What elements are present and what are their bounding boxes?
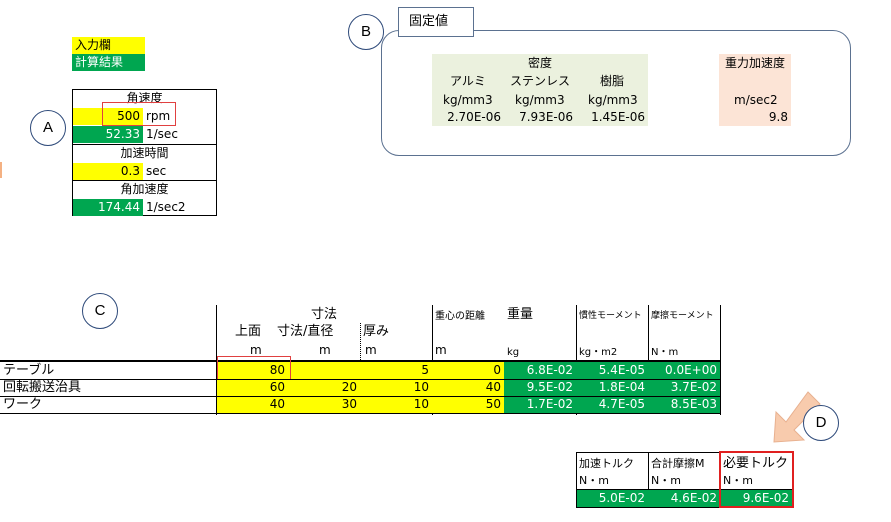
unit-nm: N・m: [651, 347, 679, 358]
angacc-label: 角加速度: [120, 182, 169, 196]
unit-nm: N・m: [579, 474, 609, 487]
row-top[interactable]: 40: [216, 396, 288, 413]
value-stainless: 7.93E-06: [519, 110, 573, 124]
angvel-value: 52.33: [73, 126, 143, 143]
unit-alumi: kg/mm3: [443, 93, 493, 107]
unit-stainless: kg/mm3: [515, 93, 565, 107]
row-divider: [0, 413, 720, 414]
marker-d: D: [803, 405, 839, 441]
angvel-unit: 1/sec: [146, 127, 178, 141]
selection-mark: [0, 162, 2, 178]
legend-calc: 計算結果: [72, 54, 145, 71]
row-weight: 9.5E-02: [526, 380, 573, 394]
row-thick[interactable]: 10: [360, 379, 432, 396]
row-weight: 1.7E-02: [526, 397, 573, 411]
required-torque-highlight: [719, 451, 794, 508]
row-inertia: 1.8E-04: [598, 380, 645, 394]
gravity-label: 重力加速度: [724, 56, 785, 70]
row-thick[interactable]: 5: [360, 362, 432, 379]
row-thick[interactable]: 10: [360, 396, 432, 413]
legend-input: 入力欄: [72, 37, 145, 54]
acc-torque-label: 加速トルク: [579, 457, 634, 470]
row-cog[interactable]: 40: [432, 379, 504, 396]
unit-m: m: [365, 343, 377, 357]
row-top[interactable]: 60: [216, 379, 288, 396]
marker-a: A: [30, 110, 66, 146]
row-dim[interactable]: 20: [288, 379, 360, 396]
weight-header: 重量: [507, 307, 534, 322]
acctime-input[interactable]: 0.3: [73, 163, 143, 180]
row-cog[interactable]: 50: [432, 396, 504, 413]
row-name: 回転搬送治具: [3, 380, 82, 395]
gravity-value: 9.8: [768, 110, 788, 124]
total-friction-label: 合計摩擦M: [651, 457, 705, 470]
row-friction: 8.5E-03: [670, 397, 717, 411]
row-dim[interactable]: 30: [288, 396, 360, 413]
top-header: 上面: [235, 324, 262, 339]
gravity-unit: m/sec2: [734, 93, 778, 107]
dims-header: 寸法: [310, 307, 337, 322]
value-alumi: 2.70E-06: [447, 110, 501, 124]
material-stainless: ステンレス: [509, 74, 570, 88]
row-inertia: 5.4E-05: [598, 363, 645, 377]
marker-c: C: [82, 293, 118, 329]
row-top[interactable]: 80: [216, 362, 288, 379]
dim-dia-header: 寸法/直径: [277, 324, 334, 339]
rpm-highlight: [102, 102, 176, 126]
unit-resin: kg/mm3: [588, 93, 638, 107]
row-inertia: 4.7E-05: [598, 397, 645, 411]
fixed-values-title: 固定値: [398, 7, 474, 37]
inertia-header: 慣性モーメント: [579, 311, 642, 321]
cog-header: 重心の距離: [435, 311, 485, 322]
marker-b: B: [348, 14, 384, 50]
friction-header: 摩擦モーメント: [651, 311, 714, 321]
value-resin: 1.45E-06: [591, 110, 645, 124]
material-resin: 樹脂: [599, 74, 624, 88]
grid-line: [720, 305, 721, 415]
material-alumi: アルミ: [450, 74, 486, 88]
row-name: テーブル: [3, 363, 55, 378]
acctime-unit: sec: [146, 164, 167, 178]
angacc-value: 174.44: [73, 199, 143, 216]
unit-kg: kg: [507, 347, 520, 358]
unit-m: m: [319, 343, 331, 357]
density-label: 密度: [527, 56, 552, 70]
acc-torque-value: 5.0E-02: [598, 491, 645, 505]
row-dim[interactable]: [288, 362, 360, 379]
total-friction-value: 4.6E-02: [670, 491, 717, 505]
unit-kgm2: kg・m2: [579, 347, 618, 358]
acctime-label: 加速時間: [120, 146, 169, 160]
unit-m: m: [435, 343, 447, 357]
row-friction: 3.7E-02: [670, 380, 717, 394]
row-cog[interactable]: 0: [432, 362, 504, 379]
thick-header: 厚み: [363, 324, 390, 339]
unit-nm: N・m: [651, 474, 681, 487]
row-name: ワーク: [3, 397, 43, 412]
angacc-unit: 1/sec2: [146, 200, 186, 214]
row-friction: 0.0E+00: [665, 363, 717, 377]
row-weight: 6.8E-02: [526, 363, 573, 377]
spreadsheet-canvas: 入力欄 計算結果 A 角速度 500 rpm 52.33 1/sec 加速時間 …: [0, 0, 891, 522]
